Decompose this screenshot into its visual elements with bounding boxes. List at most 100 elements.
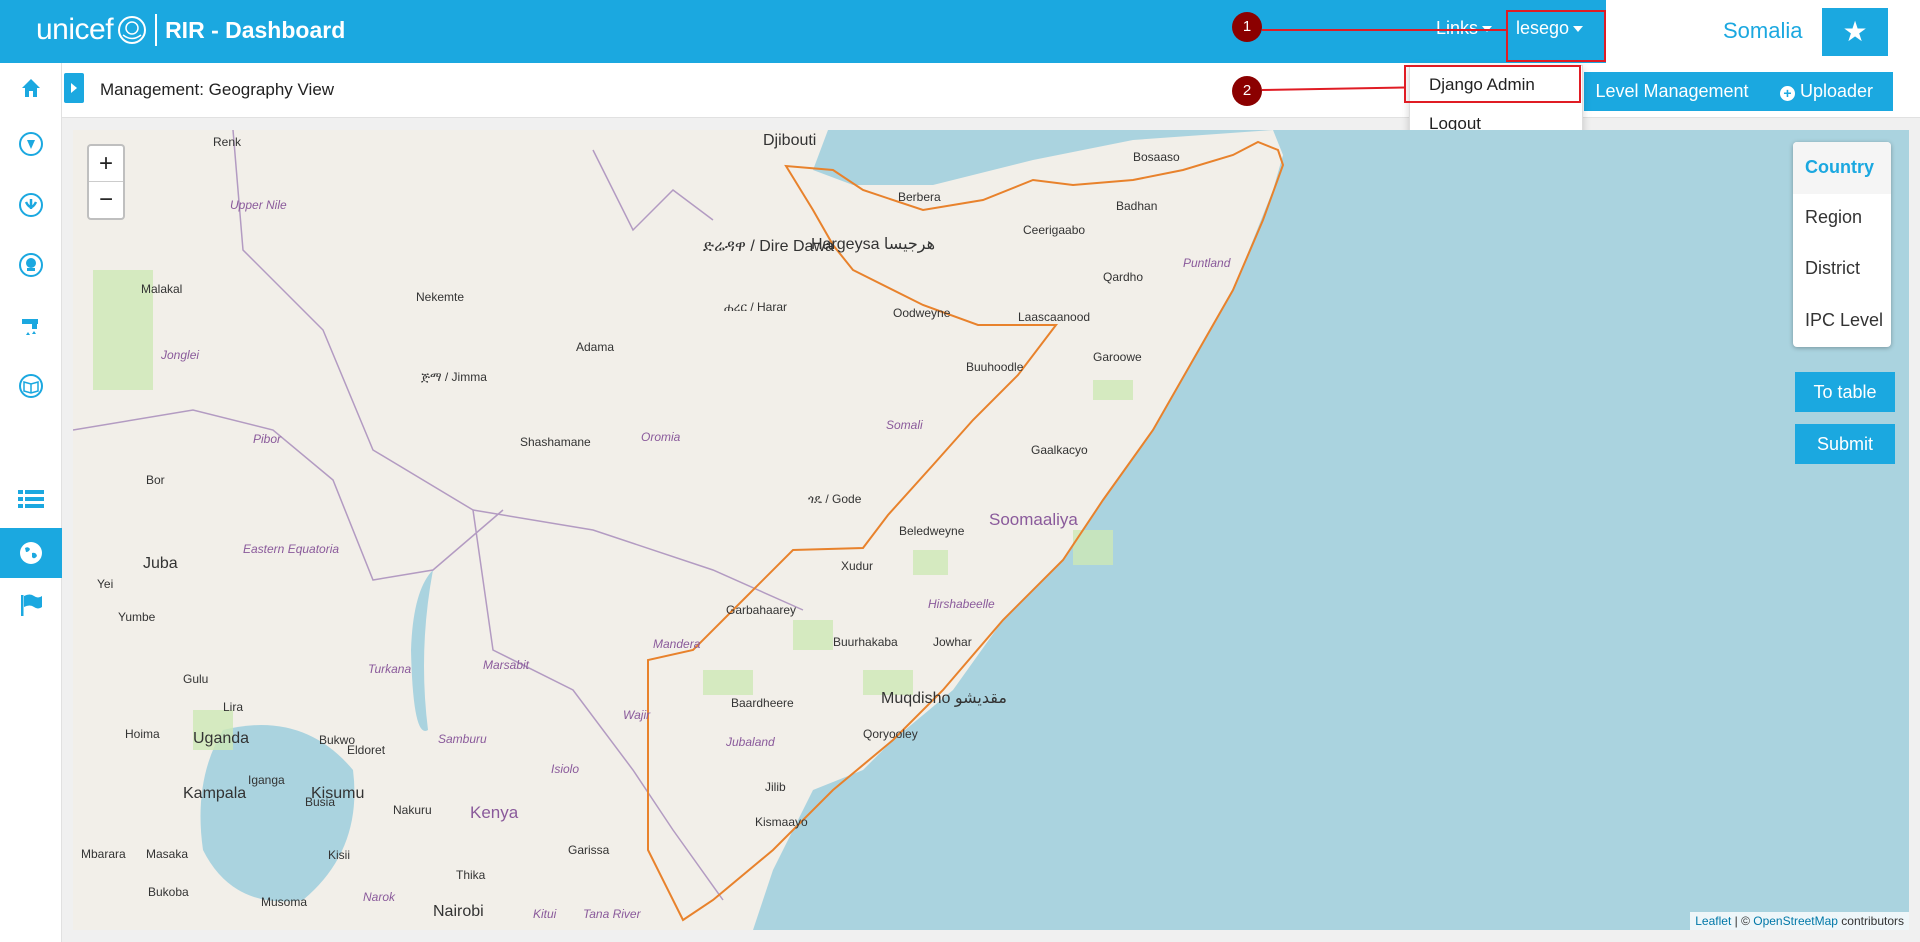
flag-icon xyxy=(21,594,42,616)
country-area: Somalia ★ xyxy=(1606,0,1920,63)
map-label: Kenya xyxy=(470,803,519,822)
map-label: Hoima xyxy=(125,727,160,741)
map-label: Hirshabeelle xyxy=(928,597,995,611)
to-table-button[interactable]: To table xyxy=(1795,372,1895,412)
zoom-control: + − xyxy=(87,144,125,220)
map-label: Mandera xyxy=(653,637,701,651)
sidebar-item-flag[interactable] xyxy=(0,580,62,630)
map-label: Samburu xyxy=(438,732,487,746)
geography-map[interactable]: Djibouti Hargeysa هرجيسا Berbera Bosaaso… xyxy=(73,130,1909,930)
map-label: Pibor xyxy=(253,432,282,446)
map-label: Muqdisho مقديشو xyxy=(881,690,1007,707)
map-label: Garissa xyxy=(568,843,610,857)
map-label: ጅማ / Jimma xyxy=(421,370,487,384)
map-label: Nairobi xyxy=(433,903,484,920)
leaflet-link[interactable]: Leaflet xyxy=(1695,914,1731,928)
plus-circle-icon: + xyxy=(1779,86,1795,101)
protection-icon xyxy=(19,193,43,217)
attribution-suffix: contributors xyxy=(1837,914,1904,928)
map-label: Oromia xyxy=(641,430,681,444)
map-label: Mbarara xyxy=(81,847,126,861)
sidebar-item-wash[interactable] xyxy=(0,301,62,351)
sidebar-item-geography[interactable] xyxy=(0,528,62,578)
country-name: Somalia xyxy=(1723,18,1803,43)
map-label: Gulu xyxy=(183,672,209,686)
map-label: Garoowe xyxy=(1093,350,1142,364)
map-label: Soomaaliya xyxy=(989,510,1078,529)
health-icon xyxy=(19,253,43,277)
home-icon xyxy=(22,79,40,97)
map-label: Adama xyxy=(576,340,615,354)
map-label: ድሬዳዋ / Dire Dawa xyxy=(703,238,834,255)
unicef-logo-text: unicef xyxy=(36,13,114,46)
map-label: Somali xyxy=(886,418,923,432)
map-label: Baardheere xyxy=(731,696,794,710)
list-icon xyxy=(18,490,44,508)
map-label: Ceerigaabo xyxy=(1023,223,1086,237)
level-option-district[interactable]: District xyxy=(1805,258,1860,279)
map-label: ሐረር / Harar xyxy=(724,300,787,314)
sidebar-item-protection[interactable] xyxy=(0,180,62,230)
map-label: Yumbe xyxy=(118,610,156,624)
map-label: Kismaayo xyxy=(755,815,808,829)
map-label: Gaalkacyo xyxy=(1031,443,1088,457)
sidebar-item-education[interactable] xyxy=(0,361,62,411)
favorite-button[interactable]: ★ xyxy=(1822,8,1888,56)
annotation-marker-1: 1 xyxy=(1232,12,1262,42)
globe-icon xyxy=(20,542,42,564)
sidebar-item-health[interactable] xyxy=(0,240,62,290)
map-label: Yei xyxy=(97,577,114,591)
map-label: Tana River xyxy=(583,907,641,921)
uploader-label: Uploader xyxy=(1799,81,1874,101)
sidebar-expand-button[interactable] xyxy=(64,73,84,103)
map-label: Shashamane xyxy=(520,435,591,449)
nutrition-icon xyxy=(19,132,43,156)
page-title: Management: Geography View xyxy=(100,80,335,99)
map-label: Badhan xyxy=(1116,199,1158,213)
map-label: Kisii xyxy=(328,848,351,862)
uploader-button[interactable]: + Uploader xyxy=(1760,72,1893,111)
brand-separator xyxy=(155,14,158,46)
map-label: ጎዴ / Gode xyxy=(808,492,862,506)
map-label: Qardho xyxy=(1103,270,1144,284)
map-label: Garbahaarey xyxy=(726,603,797,617)
map-label: Kitui xyxy=(533,907,557,921)
map-label: Wajir xyxy=(623,708,651,722)
map-label: Masaka xyxy=(146,847,189,861)
zoom-out-button[interactable]: − xyxy=(89,182,123,218)
annotation-arrow-1 xyxy=(1262,29,1506,31)
map-label: Upper Nile xyxy=(230,198,287,212)
app-title: RIR - Dashboard xyxy=(165,16,346,43)
level-management-button[interactable]: Level Management xyxy=(1584,72,1760,111)
map-label: Uganda xyxy=(193,730,250,747)
zoom-in-button[interactable]: + xyxy=(89,146,123,182)
wash-icon xyxy=(22,319,38,335)
map-label: Nakuru xyxy=(393,803,432,817)
map-label: Malakal xyxy=(141,282,183,296)
annotation-marker-2: 2 xyxy=(1232,76,1262,106)
map-label: Musoma xyxy=(261,895,308,909)
map-label: Puntland xyxy=(1183,256,1231,270)
sidebar xyxy=(0,63,62,942)
sidebar-item-nutrition[interactable] xyxy=(0,119,62,169)
map-label: Buurhakaba xyxy=(833,635,898,649)
map-label: Bosaaso xyxy=(1133,150,1180,164)
sidebar-item-home[interactable] xyxy=(0,63,62,113)
brand[interactable]: unicef RIR - Dashboard xyxy=(36,10,345,50)
sidebar-item-list[interactable] xyxy=(0,474,62,524)
map-label: Narok xyxy=(363,890,396,904)
attribution-separator: | © xyxy=(1731,914,1754,928)
level-option-region[interactable]: Region xyxy=(1805,207,1862,228)
level-selector: Country Region District IPC Level xyxy=(1793,142,1891,347)
osm-link[interactable]: OpenStreetMap xyxy=(1753,914,1838,928)
map-label: Djibouti xyxy=(763,132,817,149)
map-label: Bukoba xyxy=(148,885,189,899)
map-label: Berbera xyxy=(898,190,941,204)
map-label: Eastern Equatoria xyxy=(243,542,340,556)
level-option-ipc-level[interactable]: IPC Level xyxy=(1805,310,1883,331)
level-option-country[interactable]: Country xyxy=(1805,157,1874,178)
map-label: Buuhoodle xyxy=(966,360,1024,374)
unicef-logo-icon xyxy=(118,16,147,44)
map-label: Thika xyxy=(456,868,486,882)
submit-button[interactable]: Submit xyxy=(1795,424,1895,464)
